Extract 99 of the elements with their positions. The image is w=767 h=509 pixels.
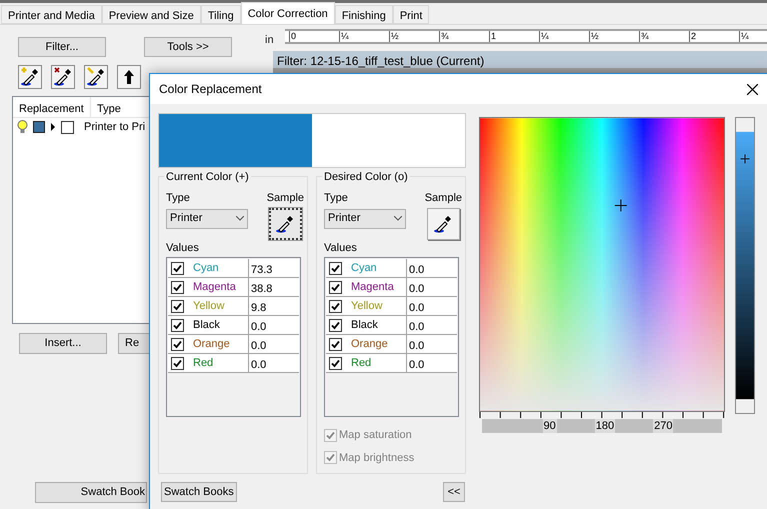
checkbox[interactable] [329,280,342,294]
type-dropdown[interactable]: Printer [166,208,248,228]
channel-name: Cyan [193,260,219,276]
dialog-title: Color Replacement [159,81,262,98]
channel-value[interactable]: 0.0 [407,316,457,334]
hue-saturation-field[interactable] [479,117,725,412]
checkbox[interactable] [329,318,342,332]
ruler-label: ¾ [639,31,689,42]
type-label: Type [324,191,349,206]
checkbox[interactable] [171,356,184,370]
channel-name: Yellow [351,298,382,314]
sample-label: Sample [424,191,462,206]
collapse-button[interactable]: << [443,482,465,502]
channel-value[interactable]: 0.0 [249,335,299,353]
row-type: Printer to Pri [84,120,146,135]
channel-name: Magenta [193,280,236,295]
channel-name: Black [193,318,220,333]
channel-name: Orange [193,336,230,352]
tab[interactable]: Finishing [334,5,393,24]
hue-label: 270 [653,419,674,433]
checkbox[interactable] [171,318,184,332]
group-title: Current Color (+) [164,169,251,186]
tab[interactable]: Tiling [200,5,241,24]
checkbox[interactable] [329,300,342,312]
sample-button[interactable] [426,208,460,240]
toolbar-button[interactable]: Tools >> [144,37,232,57]
channel-value[interactable]: 0.0 [249,316,299,334]
hue-label: 180 [594,419,616,433]
unit-label: in [265,33,275,48]
chevron-down-icon [236,216,244,221]
color-swatch [33,121,45,133]
channel-value[interactable]: 38.8 [249,278,299,296]
expand-caret-icon[interactable] [50,123,56,131]
option-label: Map saturation [339,428,412,443]
swatch-books-button[interactable]: Swatch Books [161,482,237,502]
swatch-book-button[interactable]: Swatch Book [35,482,147,503]
toolbar-button[interactable]: Filter... [18,37,106,57]
channel-value[interactable]: 9.8 [249,297,299,315]
dropper-x-icon [53,67,73,87]
checkbox[interactable] [329,338,342,350]
channel-name: Orange [351,336,388,352]
tab[interactable]: Print [392,5,430,24]
channel-value[interactable]: 0.0 [407,354,457,372]
ruler-label: ¼ [339,31,389,42]
tab[interactable]: Printer and Media [1,5,102,24]
checkbox[interactable] [171,262,184,274]
channel-name: Red [193,356,214,371]
checkbox[interactable] [329,262,342,274]
ruler-label: 0 [289,31,339,42]
type-label: Type [166,191,191,206]
ruler-label: ½ [389,31,439,42]
option-label: Map brightness [339,450,414,466]
checkbox[interactable] [171,338,184,350]
brightness-bar[interactable] [735,117,755,414]
dropper-pencil-icon [86,67,106,87]
channel-value[interactable]: 0.0 [407,278,457,296]
up-arrow-icon [124,70,134,84]
values-label: Values [166,240,200,256]
ruler-label: 1 [489,31,539,42]
checkbox[interactable] [171,280,184,294]
channel-name: Magenta [351,280,394,295]
tab[interactable]: Color Correction [240,2,335,24]
dropper-button[interactable] [84,65,108,89]
hue-label: 90 [542,419,557,433]
channel-value[interactable]: 0.0 [407,335,457,353]
channel-value[interactable]: 0.0 [249,354,299,372]
light-bulb-icon [17,120,28,134]
ruler-label: ¾ [439,31,489,42]
channel-value[interactable]: 0.0 [407,297,457,315]
values-label: Values [324,240,358,256]
channel-name: Black [351,318,378,333]
chevron-down-icon [394,216,402,221]
sample-label: Sample [266,191,304,206]
dropper-icon [275,214,296,234]
checkbox[interactable] [61,120,74,134]
filter-bar: Filter: 12-15-16_tiff_test_blue (Current) [273,51,767,68]
move-up-button[interactable] [117,65,141,89]
channel-name: Yellow [193,298,224,314]
ruler-label: ½ [589,31,639,42]
channel-value[interactable]: 73.3 [249,259,299,277]
tab[interactable]: Preview and Size [102,5,201,24]
checkbox[interactable] [171,300,184,312]
column-header[interactable]: Replacement [13,97,91,117]
dropper-button[interactable] [18,65,42,89]
type-dropdown[interactable]: Printer [324,208,406,228]
dropper-plus-icon [20,67,40,87]
ruler-label: 2 [689,31,739,42]
ruler-label: ¼ [739,31,767,42]
dropper-button[interactable] [51,65,75,89]
channel-name: Red [351,356,372,371]
sample-button[interactable] [268,208,302,240]
ruler-label: ¼ [539,31,589,42]
action-button[interactable]: Insert... [19,333,107,354]
channel-value[interactable]: 0.0 [407,259,457,277]
dropper-icon [433,214,454,234]
channel-name: Cyan [351,260,377,276]
group-title: Desired Color (o) [322,169,410,186]
close-icon[interactable] [747,84,758,94]
checkbox[interactable] [329,356,342,370]
